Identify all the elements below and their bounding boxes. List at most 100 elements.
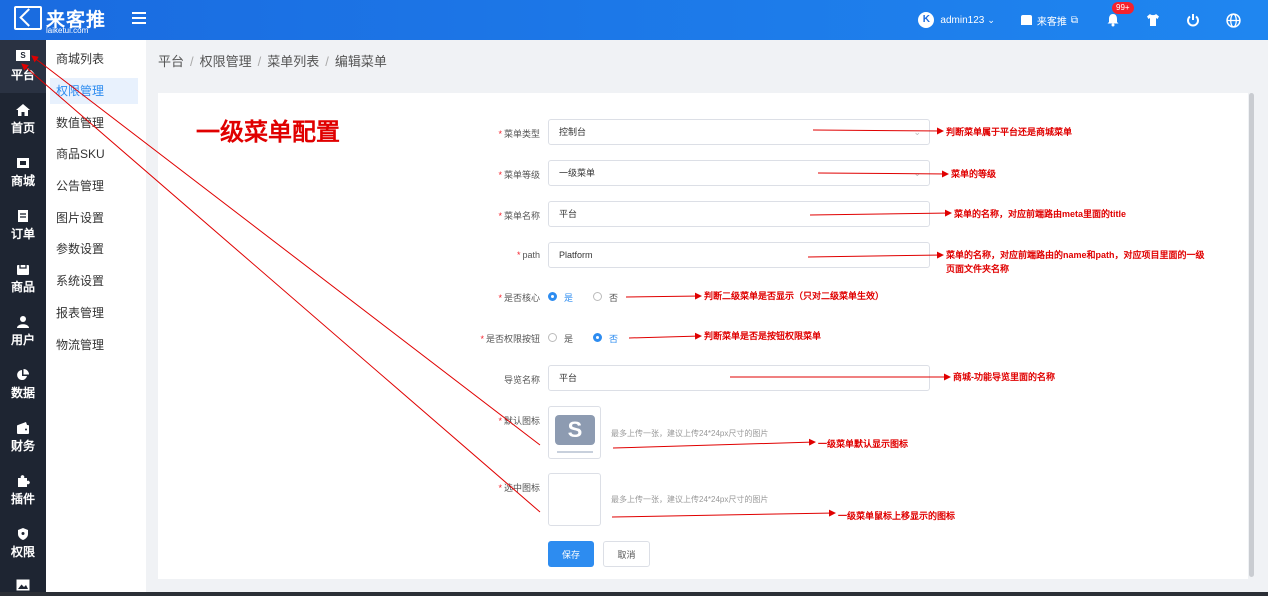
breadcrumb-item[interactable]: 权限管理 — [200, 54, 252, 69]
top-bar: 来客推 laiketui.com K admin123 ⌄ 来客推 ⧉ 99+ — [0, 0, 1268, 40]
annotation-is-permission-button: 判断菜单是否是按钮权限菜单 — [704, 331, 822, 341]
wallet-icon — [16, 421, 30, 434]
is-core-label: * 是否核心 — [498, 293, 540, 303]
sidebar-item-label: 财务 — [10, 439, 35, 453]
sidebar-item-user[interactable]: 用户 — [0, 305, 46, 358]
cancel-button[interactable]: 取消 — [603, 541, 650, 567]
sidebar-item-label: 数据 — [10, 386, 35, 400]
annotation-is-core: 判断二级菜单是否显示（只对二级菜单生效） — [704, 291, 885, 301]
menu-level-label: * 菜单等级 — [498, 170, 540, 180]
chevron-down-icon: ⌄ — [913, 127, 921, 137]
is-core-no-label[interactable]: 否 — [609, 291, 618, 304]
sidebar-item-home[interactable]: 首页 — [0, 93, 46, 146]
sidebar-item-label: 商城 — [10, 174, 35, 188]
pie-chart-icon — [16, 368, 30, 380]
is-core-yes-label[interactable]: 是 — [564, 291, 573, 304]
is-core-no-radio[interactable] — [593, 292, 602, 301]
submenu-item-logistics[interactable]: 物流管理 — [50, 332, 138, 358]
submenu-item-params[interactable]: 参数设置 — [50, 236, 138, 262]
default-icon-upload[interactable]: S — [548, 406, 601, 459]
menu-type-select[interactable]: 控制台 ⌄ — [548, 119, 930, 145]
username: admin123 — [940, 14, 985, 26]
sidebar-item-label: 订单 — [10, 227, 35, 241]
shop-icon — [16, 156, 30, 168]
menu-type-label: * 菜单类型 — [498, 129, 540, 139]
nav-name-label: 导览名称 — [503, 375, 540, 385]
submenu-item-permission[interactable]: 权限管理 — [50, 78, 138, 104]
menu-collapse-icon[interactable] — [132, 12, 146, 26]
power-icon[interactable] — [1184, 11, 1202, 29]
store-icon — [1020, 15, 1032, 25]
path-label: * path — [516, 250, 540, 260]
image-icon — [16, 578, 30, 591]
shop-name: 来客推 — [1036, 16, 1067, 28]
submenu-item-sku[interactable]: 商品SKU — [50, 141, 138, 167]
notification-bell-icon[interactable]: 99+ — [1104, 2, 1134, 29]
sidebar-item-order[interactable]: 订单 — [0, 199, 46, 252]
sidebar-item-label: 平台 — [10, 68, 35, 82]
puzzle-icon — [16, 474, 30, 487]
uploaded-s-icon: S — [555, 415, 595, 445]
submenu-item-system[interactable]: 系统设置 — [50, 268, 138, 294]
logo[interactable]: 来客推 laiketui.com — [14, 4, 105, 36]
external-link-icon: ⧉ — [1070, 14, 1078, 26]
submenu-item-values[interactable]: 数值管理 — [50, 110, 138, 136]
sidebar-item-permission[interactable]: 权限 — [0, 517, 46, 570]
annotation-menu-name: 菜单的名称，对应前端路由meta里面的title — [954, 209, 1127, 219]
is-permission-yes-radio[interactable] — [548, 333, 557, 342]
tshirt-icon[interactable] — [1144, 11, 1162, 29]
goods-icon — [16, 262, 30, 275]
save-button[interactable]: 保存 — [548, 541, 594, 567]
sidebar-item-label: 首页 — [10, 121, 35, 135]
nav-name-input[interactable]: 平台 — [548, 365, 930, 391]
selected-icon-label: * 选中图标 — [498, 483, 540, 493]
sidebar-item-goods[interactable]: 商品 — [0, 252, 46, 305]
globe-icon[interactable] — [1224, 11, 1242, 29]
is-permission-yes-label[interactable]: 是 — [564, 332, 573, 345]
logo-sub: laiketui.com — [46, 26, 89, 35]
is-permission-no-label[interactable]: 否 — [609, 332, 618, 345]
selected-icon-upload[interactable] — [548, 473, 601, 526]
user-icon — [16, 315, 30, 328]
is-core-yes-radio[interactable] — [548, 292, 557, 301]
annotation-menu-type: 判断菜单属于平台还是商城菜单 — [946, 127, 1073, 137]
sidebar-item-label: 插件 — [10, 492, 35, 506]
submenu-item-images[interactable]: 图片设置 — [50, 205, 138, 231]
user-menu[interactable]: K admin123 ⌄ — [918, 12, 995, 28]
menu-name-input[interactable]: 平台 — [548, 201, 930, 227]
breadcrumb-item[interactable]: 平台 — [158, 54, 184, 69]
page-title: 一级菜单配置 — [196, 119, 340, 146]
sidebar-item-platform[interactable]: S 平台 — [0, 40, 46, 93]
sidebar-item-finance[interactable]: 财务 — [0, 411, 46, 464]
sub-menu: 商城列表 权限管理 数值管理 商品SKU 公告管理 图片设置 参数设置 系统设置… — [46, 40, 146, 596]
sidebar-item-data[interactable]: 数据 — [0, 358, 46, 411]
order-icon — [16, 209, 30, 222]
home-icon — [16, 103, 30, 116]
is-permission-no-radio[interactable] — [593, 333, 602, 342]
default-icon-label: * 默认图标 — [498, 416, 540, 426]
default-icon-hint: 最多上传一张，建议上传24*24px尺寸的图片 — [611, 429, 769, 438]
annotation-path-line2: 页面文件夹名称 — [946, 264, 1010, 274]
avatar: K — [918, 12, 935, 28]
platform-s-icon: S — [16, 50, 30, 62]
breadcrumb-item[interactable]: 菜单列表 — [267, 54, 319, 69]
submenu-item-reports[interactable]: 报表管理 — [50, 300, 138, 326]
annotation-selected-icon: 一级菜单鼠标上移显示的图标 — [838, 511, 956, 521]
menu-level-select[interactable]: 一级菜单 ⌄ — [548, 160, 930, 186]
shop-link[interactable]: 来客推 ⧉ — [1020, 13, 1078, 28]
sidebar-item-label: 用户 — [10, 333, 35, 347]
menu-name-label: * 菜单名称 — [498, 211, 540, 221]
scrollbar[interactable] — [1249, 93, 1254, 577]
breadcrumb-item-current: 编辑菜单 — [334, 54, 387, 69]
submenu-item-mall-list[interactable]: 商城列表 — [50, 46, 138, 72]
submenu-item-notice[interactable]: 公告管理 — [50, 173, 138, 199]
sidebar-item-plugins[interactable]: 插件 — [0, 464, 46, 517]
annotation-menu-level: 菜单的等级 — [951, 169, 997, 179]
path-input[interactable]: Platform — [548, 242, 930, 268]
notification-badge: 99+ — [1112, 2, 1134, 14]
chevron-down-icon: ⌄ — [913, 168, 921, 178]
sidebar-item-label: 商品 — [10, 280, 35, 294]
logo-mark-icon — [14, 6, 42, 30]
is-permission-button-label: * 是否权限按钮 — [480, 334, 540, 344]
sidebar-item-shop[interactable]: 商城 — [0, 146, 46, 199]
